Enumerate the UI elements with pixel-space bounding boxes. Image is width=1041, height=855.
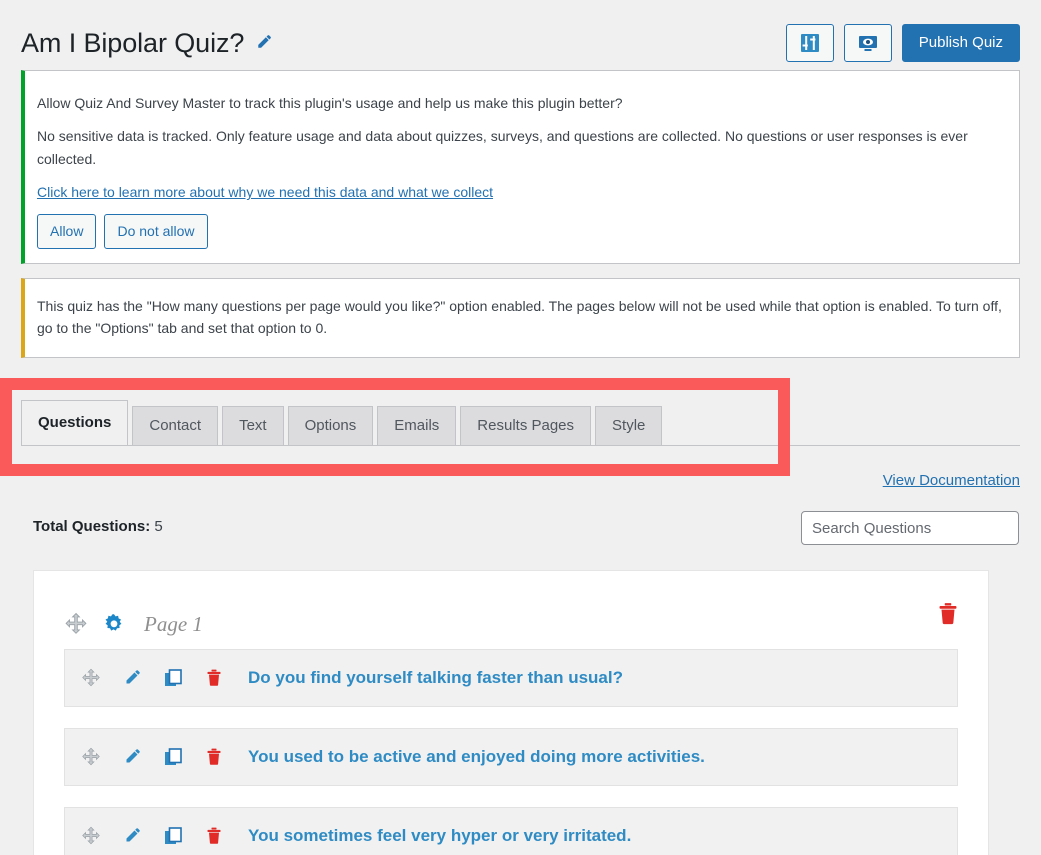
search-questions-input[interactable] <box>801 511 1019 545</box>
tab-results-pages[interactable]: Results Pages <box>460 406 591 445</box>
trash-icon[interactable] <box>204 826 224 846</box>
duplicate-icon[interactable] <box>163 747 183 767</box>
page-header: Am I Bipolar Quiz? <box>0 0 1041 70</box>
tabs-zone: Questions Contact Text Options Emails Re… <box>0 378 1041 476</box>
page-header-row: Page 1 <box>34 571 988 649</box>
view-documentation-link[interactable]: View Documentation <box>883 472 1020 489</box>
tracking-notice-paragraph-2: No sensitive data is tracked. Only featu… <box>37 125 1007 170</box>
tab-questions[interactable]: Questions <box>21 400 128 445</box>
trash-icon[interactable] <box>935 601 961 627</box>
total-questions-label: Total Questions: <box>33 518 150 535</box>
gear-icon[interactable] <box>102 612 126 636</box>
trash-icon[interactable] <box>204 747 224 767</box>
tab-style[interactable]: Style <box>595 406 662 445</box>
page-label: Page 1 <box>144 612 203 637</box>
pencil-icon[interactable] <box>122 826 142 846</box>
tab-contact[interactable]: Contact <box>132 406 218 445</box>
total-questions-value: 5 <box>154 518 162 535</box>
quiz-editor-page: Am I Bipolar Quiz? <box>0 0 1041 855</box>
total-questions: Total Questions: 5 <box>33 518 163 535</box>
pencil-icon[interactable] <box>254 33 273 52</box>
title-area: Am I Bipolar Quiz? <box>21 27 273 59</box>
duplicate-icon[interactable] <box>163 826 183 846</box>
tracking-notice-link[interactable]: Click here to learn more about why we ne… <box>37 184 493 200</box>
question-title[interactable]: You sometimes feel very hyper or very ir… <box>248 826 631 846</box>
publish-quiz-button[interactable]: Publish Quiz <box>902 24 1020 62</box>
pencil-icon[interactable] <box>122 668 142 688</box>
pencil-icon[interactable] <box>122 747 142 767</box>
page-title: Am I Bipolar Quiz? <box>21 27 244 59</box>
move-icon[interactable] <box>81 747 101 767</box>
move-icon[interactable] <box>81 826 101 846</box>
duplicate-icon[interactable] <box>163 668 183 688</box>
tab-bar: Questions Contact Text Options Emails Re… <box>21 400 666 445</box>
tab-emails[interactable]: Emails <box>377 406 456 445</box>
tracking-notice-paragraph-1: Allow Quiz And Survey Master to track th… <box>37 92 1007 114</box>
questions-panel: Page 1 <box>33 570 989 855</box>
page-header-icons <box>64 612 126 636</box>
question-row-icons <box>81 826 224 846</box>
sliders-icon <box>799 32 821 54</box>
pages-warning-text: This quiz has the "How many questions pe… <box>37 295 1007 340</box>
pages-warning-notice: This quiz has the "How many questions pe… <box>21 278 1020 358</box>
move-icon[interactable] <box>64 612 88 636</box>
table-row[interactable]: You used to be active and enjoyed doing … <box>64 728 958 786</box>
table-row[interactable]: Do you find yourself talking faster than… <box>64 649 958 707</box>
question-row-icons <box>81 668 224 688</box>
move-icon[interactable] <box>81 668 101 688</box>
allow-tracking-button[interactable]: Allow <box>37 214 96 249</box>
trash-icon[interactable] <box>204 668 224 688</box>
preview-monitor-eye-icon <box>857 32 879 54</box>
question-row-icons <box>81 747 224 767</box>
tab-options[interactable]: Options <box>288 406 374 445</box>
tab-text[interactable]: Text <box>222 406 284 445</box>
header-actions: Publish Quiz <box>786 24 1020 62</box>
deny-tracking-button[interactable]: Do not allow <box>104 214 207 249</box>
tracking-notice: Allow Quiz And Survey Master to track th… <box>21 70 1020 264</box>
table-row[interactable]: You sometimes feel very hyper or very ir… <box>64 807 958 855</box>
quiz-settings-button[interactable] <box>786 24 834 62</box>
documentation-link-row: View Documentation <box>883 472 1020 490</box>
tracking-notice-buttons: Allow Do not allow <box>37 214 1007 249</box>
question-list: Do you find yourself talking faster than… <box>34 649 988 855</box>
question-title[interactable]: You used to be active and enjoyed doing … <box>248 747 705 767</box>
question-title[interactable]: Do you find yourself talking faster than… <box>248 668 623 688</box>
preview-quiz-button[interactable] <box>844 24 892 62</box>
tab-bar-underline <box>21 445 1020 446</box>
